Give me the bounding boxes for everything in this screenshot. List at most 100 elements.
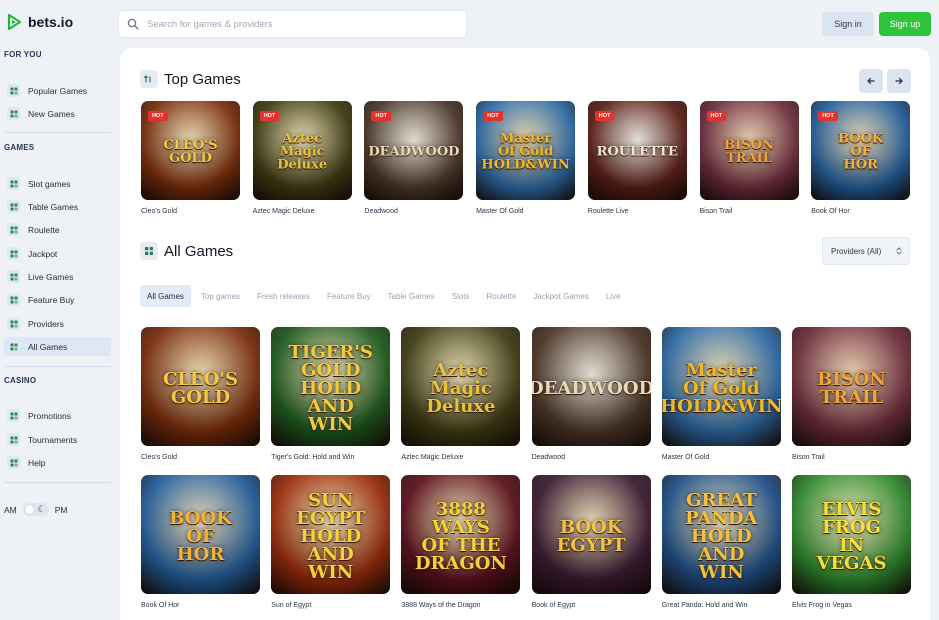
tab-table-games[interactable]: Table Games — [381, 285, 442, 307]
sidebar-item-label: Table Games — [28, 201, 79, 212]
prev-arrow-button[interactable] — [859, 69, 883, 93]
game-thumbnail[interactable]: DEADWOOD — [531, 327, 651, 446]
game-logo-art: Aztec Magic Deluxe — [426, 359, 496, 417]
main-panel: Top Games CLEO'S GOLD HOT Cleo's Gold Aztec… — [120, 48, 930, 620]
sidebar-item-help[interactable]: Help — [4, 453, 111, 472]
sidebar-item-roulette[interactable]: Roulette — [4, 220, 111, 239]
game-title: Sun of Egypt — [271, 602, 312, 609]
sidebar-item-jackpot[interactable]: Jackpot — [4, 244, 111, 263]
game-title: 3888 Ways of the Dragon — [401, 602, 481, 609]
game-thumbnail[interactable]: Master Of Gold HOLD&WIN HOT — [476, 101, 576, 200]
sidebar-item-new-games[interactable]: New Games — [4, 104, 111, 123]
game-thumbnail[interactable]: CLEO'S GOLD HOT — [141, 101, 240, 200]
theme-switch[interactable]: ☾ — [22, 503, 49, 516]
game-thumbnail[interactable]: CLEO'S GOLD — [141, 327, 260, 446]
toggle-knob — [24, 505, 34, 514]
sidebar-item-label: Feature Buy — [28, 294, 75, 305]
game-thumbnail[interactable]: TIGER'S GOLD HOLD AND WIN — [271, 327, 391, 446]
game-card[interactable]: Aztec Magic Deluxe HOT Aztec Magic Deluxe — [252, 101, 352, 215]
tab-fresh-releases[interactable]: Fresh releases — [250, 285, 317, 307]
game-logo-art: Master Of Gold HOLD&WIN — [661, 359, 781, 417]
sidebar-item-popular-games[interactable]: Popular Games — [4, 81, 111, 100]
game-card[interactable]: 3888 WAYS OF THE DRAGON 3888 Ways of the … — [401, 475, 521, 609]
brand-logo[interactable]: bets.io — [6, 14, 73, 30]
sidebar-item-providers[interactable]: Providers — [4, 314, 111, 333]
tab-live[interactable]: Live — [599, 285, 628, 307]
game-thumbnail[interactable]: BOOK EGYPT — [531, 475, 651, 594]
next-arrow-button[interactable] — [887, 69, 911, 93]
game-card[interactable]: GREAT PANDA HOLD AND WIN Great Panda: Hol… — [661, 475, 781, 609]
game-thumbnail[interactable]: BOOK OF HOR HOT — [811, 101, 911, 200]
game-card[interactable]: Master Of Gold HOLD&WIN HOT Master Of Gold — [476, 101, 576, 215]
search-input[interactable] — [147, 18, 447, 30]
signup-button[interactable]: Sign up — [879, 12, 931, 36]
game-thumbnail[interactable]: SUN EGYPT HOLD AND WIN — [271, 475, 391, 594]
top-games-title: Top Games — [164, 70, 241, 88]
providers-dropdown-label: Providers (All) — [831, 246, 882, 256]
roulette-icon — [7, 223, 20, 236]
tab-all-games[interactable]: All Games — [140, 285, 191, 307]
sidebar-item-live-games[interactable]: Live Games — [4, 267, 111, 286]
game-thumbnail[interactable]: GREAT PANDA HOLD AND WIN — [661, 475, 781, 594]
game-card[interactable]: CLEO'S GOLD Cleo's Gold — [141, 327, 260, 461]
game-card[interactable]: CLEO'S GOLD HOT Cleo's Gold — [141, 101, 240, 215]
game-logo-art: GREAT PANDA HOLD AND WIN — [685, 489, 758, 583]
game-title: Roulette Live — [587, 208, 629, 215]
game-title: Elvis Frog in Vegas — [792, 602, 852, 609]
toggle-label-right: PM — [54, 504, 68, 515]
tab-top-games[interactable]: Top games — [194, 285, 247, 307]
game-logo-art: ROULETTE — [596, 144, 678, 160]
search-icon — [127, 18, 139, 30]
game-logo-art: BISON TRAIL — [724, 138, 774, 167]
sidebar-item-table-games[interactable]: Table Games — [4, 197, 111, 216]
theme-toggle[interactable]: AM ☾ PM — [4, 503, 68, 516]
game-card[interactable]: ROULETTE HOT Roulette Live — [587, 101, 687, 215]
game-card[interactable]: ELVIS FROG IN VEGAS Elvis Frog in Vegas — [792, 475, 911, 609]
gift-icon — [7, 409, 20, 422]
game-card[interactable]: Master Of Gold HOLD&WIN Master Of Gold — [661, 327, 781, 461]
game-card[interactable]: BOOK EGYPT Book of Egypt — [531, 475, 651, 609]
sidebar-item-slot-games[interactable]: Slot games — [4, 174, 111, 193]
game-thumbnail[interactable]: ROULETTE HOT — [587, 101, 687, 200]
game-card[interactable]: SUN EGYPT HOLD AND WIN Sun of Egypt — [271, 475, 391, 609]
game-card[interactable]: BOOK OF HOR HOT Book Of Hor — [811, 101, 911, 215]
game-title: Bison Trail — [699, 208, 733, 215]
game-thumbnail[interactable]: ELVIS FROG IN VEGAS — [792, 475, 911, 594]
game-thumbnail[interactable]: Aztec Magic Deluxe HOT — [252, 101, 352, 200]
game-card[interactable]: BISON TRAIL HOT Bison Trail — [699, 101, 799, 215]
game-logo-art: DEADWOOD — [531, 377, 651, 399]
cup-icon — [7, 433, 20, 446]
game-thumbnail[interactable]: BISON TRAIL HOT — [699, 101, 799, 200]
game-thumbnail[interactable]: 3888 WAYS OF THE DRAGON — [401, 475, 521, 594]
chevron-updown-icon — [896, 247, 902, 255]
tab-slots[interactable]: Slots — [445, 285, 477, 307]
game-thumbnail[interactable]: BOOK OF HOR — [141, 475, 260, 594]
tab-jackpot-games[interactable]: Jackpot Games — [526, 285, 596, 307]
sidebar-item-feature-buy[interactable]: Feature Buy — [4, 290, 111, 309]
game-thumbnail[interactable]: BISON TRAIL — [792, 327, 911, 446]
game-thumbnail[interactable]: Aztec Magic Deluxe — [401, 327, 521, 446]
game-card[interactable]: Aztec Magic Deluxe Aztec Magic Deluxe — [401, 327, 521, 461]
tab-feature-buy[interactable]: Feature Buy — [320, 285, 378, 307]
game-card[interactable]: BOOK OF HOR Book Of Hor — [141, 475, 260, 609]
grid-icon — [140, 242, 158, 260]
providers-dropdown[interactable]: Providers (All) — [822, 237, 910, 265]
search-bar[interactable] — [118, 10, 467, 38]
game-thumbnail[interactable]: DEADWOOD HOT — [364, 101, 464, 200]
game-logo-art: BOOK EGYPT — [556, 516, 626, 556]
sidebar-item-tournaments[interactable]: Tournaments — [4, 430, 111, 449]
sidebar-item-promotions[interactable]: Promotions — [4, 406, 111, 425]
sidebar-item-label: Roulette — [28, 224, 60, 235]
signin-button[interactable]: Sign in — [822, 12, 874, 36]
game-card[interactable]: TIGER'S GOLD HOLD AND WIN Tiger's Gold: H… — [271, 327, 391, 461]
game-card[interactable]: BISON TRAIL Bison Trail — [792, 327, 911, 461]
game-title: Cleo's Gold — [141, 208, 177, 215]
sidebar-item-label: Providers — [28, 318, 64, 329]
game-card[interactable]: DEADWOOD Deadwood — [531, 327, 651, 461]
game-thumbnail[interactable]: Master Of Gold HOLD&WIN — [661, 327, 781, 446]
hot-badge: HOT — [706, 111, 727, 121]
sidebar-item-all-games[interactable]: All Games — [4, 337, 111, 356]
slot-icon — [7, 177, 20, 190]
tab-roulette[interactable]: Roulette — [479, 285, 523, 307]
game-card[interactable]: DEADWOOD HOT Deadwood — [364, 101, 464, 215]
